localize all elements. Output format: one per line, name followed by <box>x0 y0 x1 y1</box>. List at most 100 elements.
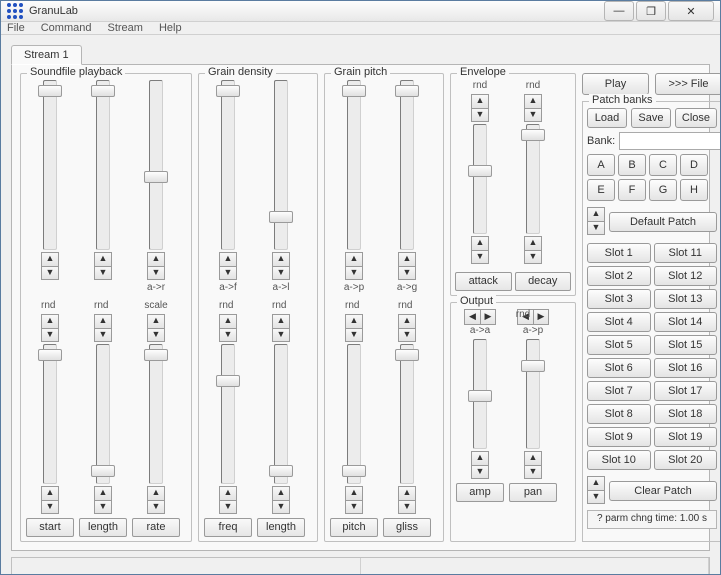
clear-patch-button[interactable]: Clear Patch <box>609 481 717 501</box>
start-button[interactable]: start <box>26 518 74 537</box>
env-bot-step-1-up[interactable]: ▲ <box>524 236 542 250</box>
slot-15-button[interactable]: Slot 15 <box>654 335 718 355</box>
env-top-step-1[interactable]: ▲ ▼ <box>524 94 542 122</box>
rate-upper-slider[interactable]: ▲ ▼ <box>147 80 165 282</box>
gliss-lower-step[interactable]: ▲ ▼ <box>398 486 416 514</box>
freq-upper-step-up[interactable]: ▲ <box>219 252 237 266</box>
attack-button[interactable]: attack <box>455 272 512 291</box>
length-button[interactable]: length <box>257 518 305 537</box>
gliss-mid-step-up[interactable]: ▲ <box>398 314 416 328</box>
length-mid-step-down[interactable]: ▼ <box>94 328 112 342</box>
pan-step-down[interactable]: ▼ <box>524 465 542 479</box>
freq-lower-slider[interactable]: ▲ ▼ <box>219 344 237 516</box>
bank-D-button[interactable]: D <box>680 154 708 176</box>
env-top-step-0-up[interactable]: ▲ <box>471 94 489 108</box>
rate-lower-slider[interactable]: ▲ ▼ <box>144 344 167 516</box>
amp-step[interactable]: ▲ ▼ <box>471 451 489 479</box>
patch-step-up-2[interactable]: ▲ <box>587 476 605 490</box>
freq-upper-slider[interactable]: ▲ ▼ <box>219 80 237 282</box>
patch-step-up[interactable]: ▲ <box>587 207 605 221</box>
length-upper-step-down[interactable]: ▼ <box>272 266 290 280</box>
gliss-mid-step-down[interactable]: ▼ <box>398 328 416 342</box>
start-lower-step-down[interactable]: ▼ <box>41 500 59 514</box>
env-bot-step-0[interactable]: ▲ ▼ <box>471 236 489 264</box>
slot-16-button[interactable]: Slot 16 <box>654 358 718 378</box>
length-lower-step-up[interactable]: ▲ <box>272 486 290 500</box>
freq-mid-step-down[interactable]: ▼ <box>219 328 237 342</box>
slot-20-button[interactable]: Slot 20 <box>654 450 718 470</box>
pan-slider[interactable] <box>526 339 540 451</box>
length-mid-step-up[interactable]: ▲ <box>272 314 290 328</box>
bank-G-button[interactable]: G <box>649 179 677 201</box>
length-mid-step[interactable]: ▲ ▼ <box>272 314 290 342</box>
pitch-lower-step-up[interactable]: ▲ <box>345 486 363 500</box>
pitch-upper-step-down[interactable]: ▼ <box>345 266 363 280</box>
env-bot-step-0-down[interactable]: ▼ <box>471 250 489 264</box>
bank-F-button[interactable]: F <box>618 179 646 201</box>
length-mid-step[interactable]: ▲ ▼ <box>94 314 112 342</box>
pitch-mid-step[interactable]: ▲ ▼ <box>345 314 363 342</box>
rate-lower-step-up[interactable]: ▲ <box>147 486 165 500</box>
length-upper-slider[interactable]: ▲ ▼ <box>94 80 112 282</box>
freq-upper-step[interactable]: ▲ ▼ <box>219 252 237 280</box>
start-upper-step-down[interactable]: ▼ <box>41 266 59 280</box>
gliss-lower-step-up[interactable]: ▲ <box>398 486 416 500</box>
patch-stepper-2[interactable]: ▲ ▼ <box>587 476 605 504</box>
bank-H-button[interactable]: H <box>680 179 708 201</box>
amp-step-down[interactable]: ▼ <box>471 465 489 479</box>
gliss-upper-step-down[interactable]: ▼ <box>398 266 416 280</box>
slot-13-button[interactable]: Slot 13 <box>654 289 718 309</box>
amp-step-up[interactable]: ▲ <box>471 451 489 465</box>
length-upper-step-up[interactable]: ▲ <box>272 252 290 266</box>
play-button[interactable]: Play <box>582 73 649 95</box>
start-lower-step[interactable]: ▲ ▼ <box>41 486 59 514</box>
length-button[interactable]: length <box>79 518 127 537</box>
patch-step-down[interactable]: ▼ <box>587 221 605 235</box>
rate-upper-step[interactable]: ▲ ▼ <box>147 252 165 280</box>
pitch-button[interactable]: pitch <box>330 518 378 537</box>
pan-hstep-right[interactable]: ▶ <box>533 309 549 325</box>
bank-B-button[interactable]: B <box>618 154 646 176</box>
slot-10-button[interactable]: Slot 10 <box>587 450 651 470</box>
gliss-button[interactable]: gliss <box>383 518 431 537</box>
tab-stream1[interactable]: Stream 1 <box>11 45 82 65</box>
length-mid-step-down[interactable]: ▼ <box>272 328 290 342</box>
length-lower-step-up[interactable]: ▲ <box>94 486 112 500</box>
slot-19-button[interactable]: Slot 19 <box>654 427 718 447</box>
slot-4-button[interactable]: Slot 4 <box>587 312 651 332</box>
rate-upper-step-up[interactable]: ▲ <box>147 252 165 266</box>
patch-stepper[interactable]: ▲ ▼ <box>587 207 605 235</box>
menu-stream[interactable]: Stream <box>107 22 142 34</box>
patch-step-down-2[interactable]: ▼ <box>587 490 605 504</box>
amp-button[interactable]: amp <box>456 483 504 502</box>
slot-12-button[interactable]: Slot 12 <box>654 266 718 286</box>
load-button[interactable]: Load <box>587 108 627 128</box>
length-lower-step-down[interactable]: ▼ <box>94 500 112 514</box>
start-upper-slider[interactable]: ▲ ▼ <box>41 80 59 282</box>
length-upper-step-up[interactable]: ▲ <box>94 252 112 266</box>
pan-button[interactable]: pan <box>509 483 557 502</box>
rate-mid-step-down[interactable]: ▼ <box>147 328 165 342</box>
amp-hstep-left[interactable]: ◀ <box>464 309 480 325</box>
rate-mid-step-up[interactable]: ▲ <box>147 314 165 328</box>
freq-lower-step-up[interactable]: ▲ <box>219 486 237 500</box>
slot-8-button[interactable]: Slot 8 <box>587 404 651 424</box>
slot-17-button[interactable]: Slot 17 <box>654 381 718 401</box>
pitch-mid-step-up[interactable]: ▲ <box>345 314 363 328</box>
maximize-button[interactable]: ❐ <box>636 1 666 21</box>
bank-C-button[interactable]: C <box>649 154 677 176</box>
length-lower-step[interactable]: ▲ ▼ <box>272 486 290 514</box>
slot-9-button[interactable]: Slot 9 <box>587 427 651 447</box>
env-top-step-1-down[interactable]: ▼ <box>524 108 542 122</box>
rate-lower-step[interactable]: ▲ ▼ <box>147 486 165 514</box>
slot-14-button[interactable]: Slot 14 <box>654 312 718 332</box>
slot-7-button[interactable]: Slot 7 <box>587 381 651 401</box>
start-upper-step[interactable]: ▲ ▼ <box>41 252 59 280</box>
bank-input[interactable] <box>619 132 721 150</box>
env-top-step-0-down[interactable]: ▼ <box>471 108 489 122</box>
slot-1-button[interactable]: Slot 1 <box>587 243 651 263</box>
env-slider-0[interactable] <box>473 124 487 236</box>
pitch-mid-step-down[interactable]: ▼ <box>345 328 363 342</box>
length-lower-slider[interactable]: ▲ ▼ <box>272 344 290 516</box>
bank-E-button[interactable]: E <box>587 179 615 201</box>
